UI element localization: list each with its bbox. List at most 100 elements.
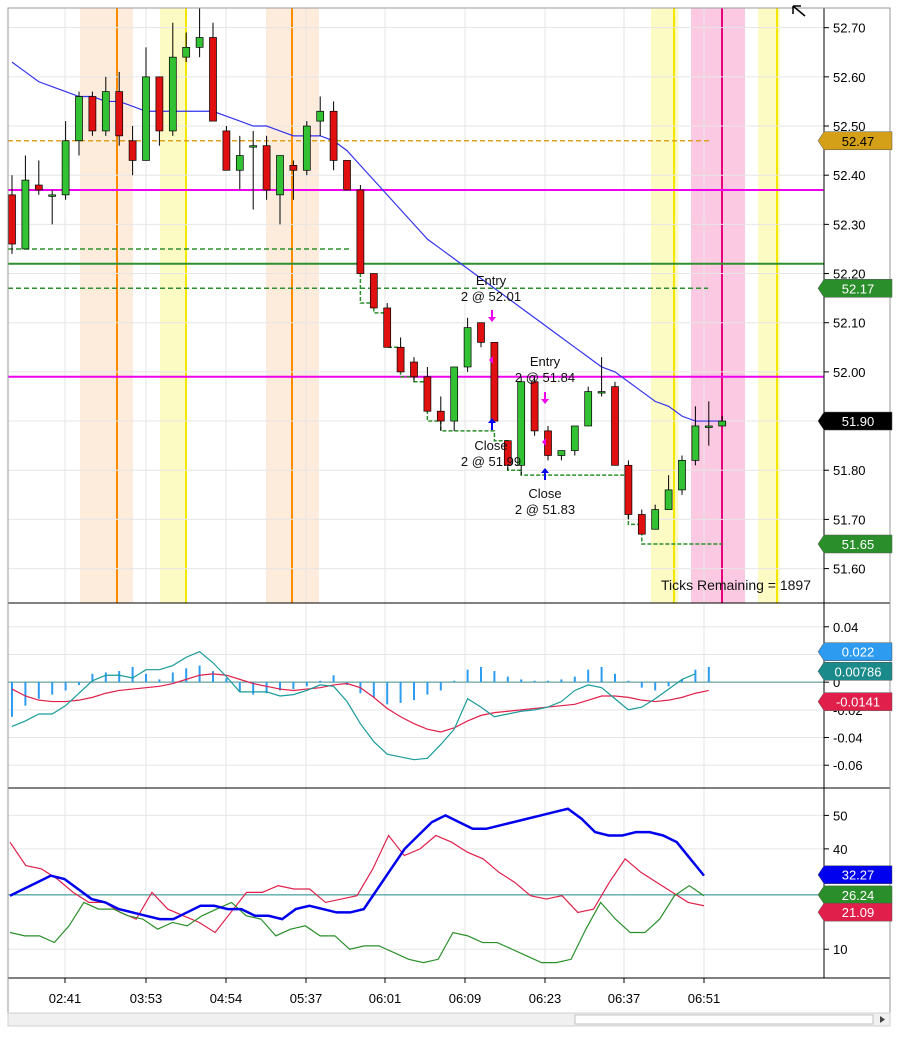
candle-body: [182, 46, 191, 58]
candle-body: [75, 96, 83, 142]
candle-body: [691, 425, 700, 461]
candle-body: [584, 391, 593, 427]
candle-body: [262, 145, 271, 191]
y-tick-label: 52.00: [833, 365, 866, 380]
x-tick-label: 02:41: [49, 991, 82, 1006]
y-tick-label: -0.06: [833, 758, 863, 773]
chart-window: Entry 2 @ 52.01 Entry 2 @ 51.84 Close 2 @ 51.…: [0, 0, 898, 1034]
trade-annotation-title: Close: [474, 438, 507, 453]
trade-annotation-detail: 2 @ 51.99: [461, 454, 521, 469]
axis-value-badge-text: 52.47: [842, 134, 875, 149]
candle-body: [88, 96, 97, 132]
candle-body: [611, 386, 619, 466]
candle-body: [195, 37, 204, 48]
candle-body: [48, 194, 57, 197]
candle-body: [436, 410, 445, 422]
candle-body: [450, 366, 459, 422]
y-tick-label: 0.04: [833, 620, 858, 635]
candle-body: [637, 514, 646, 535]
axis-value-badge-text: 0.00786: [835, 664, 882, 679]
scrollbar-thumb[interactable]: [574, 1014, 874, 1025]
candle-body: [276, 155, 284, 196]
y-tick-label: 52.10: [833, 316, 866, 331]
y-tick-label: 40: [833, 842, 847, 857]
candle-body: [557, 450, 566, 456]
candle-body: [222, 130, 231, 171]
x-tick-label: 06:51: [688, 991, 721, 1006]
y-tick-label: 51.60: [833, 562, 866, 577]
ticks-remaining-label: Ticks Remaining = 1897: [661, 577, 811, 593]
x-tick-label: 03:53: [130, 991, 163, 1006]
candle-body: [8, 194, 16, 245]
candle-body: [316, 110, 325, 122]
candle-body: [704, 425, 713, 428]
y-tick-label: 50: [833, 808, 847, 823]
candle-body: [664, 489, 673, 510]
candle-body: [651, 509, 660, 530]
candle-body: [396, 346, 405, 373]
candle-body: [155, 76, 164, 132]
trade-annotation-title: Entry: [476, 273, 507, 288]
candle-body: [356, 189, 365, 274]
candle-body: [570, 425, 579, 451]
y-tick-label: -0.04: [833, 731, 863, 746]
candle-body: [517, 381, 526, 466]
candle-body: [343, 160, 351, 191]
candle-body: [490, 342, 499, 422]
candle-body: [410, 361, 418, 378]
x-tick-label: 05:37: [290, 991, 323, 1006]
candle-body: [101, 91, 110, 132]
x-tick-label: 06:01: [369, 991, 402, 1006]
y-tick-label: 52.30: [833, 217, 866, 232]
y-tick-label: 51.80: [833, 463, 866, 478]
trade-annotation-title: Entry: [530, 354, 561, 369]
candle-body: [289, 165, 298, 171]
axis-value-badge-text: 0.022: [842, 645, 875, 660]
candle-body: [383, 307, 392, 348]
y-tick-label: 10: [833, 942, 847, 957]
candle-body: [128, 140, 137, 161]
candle-body: [463, 327, 472, 368]
candle-body: [209, 37, 217, 122]
y-tick-label: 52.60: [833, 70, 866, 85]
trade-annotation-title: Close: [528, 486, 561, 501]
axis-value-badge-text: 32.27: [842, 868, 875, 883]
trade-annotation-detail: 2 @ 51.84: [515, 370, 575, 385]
trade-annotation-detail: 2 @ 52.01: [461, 289, 521, 304]
axis-value-badge-text: 51.90: [842, 414, 875, 429]
candle-body: [624, 464, 633, 515]
candle-body: [718, 420, 727, 427]
candle-body: [530, 381, 539, 432]
candle-body: [329, 110, 338, 161]
axis-value-badge-text: -0.0141: [836, 695, 880, 710]
horizontal-scrollbar[interactable]: [7, 1012, 891, 1027]
axis-value-badge-text: 26.24: [842, 888, 875, 903]
x-tick-label: 06:23: [529, 991, 562, 1006]
candle-body: [477, 322, 485, 343]
candle-body: [597, 391, 606, 394]
axis-value-badge-text: 51.65: [842, 537, 875, 552]
y-tick-label: 52.40: [833, 168, 866, 183]
x-tick-label: 06:09: [449, 991, 482, 1006]
x-tick-label: 04:54: [210, 991, 243, 1006]
candle-body: [142, 76, 150, 161]
candle-body: [369, 273, 378, 309]
candle-body: [678, 460, 686, 491]
candle-body: [423, 376, 432, 412]
trading-chart[interactable]: Entry2 @ 52.01Entry2 @ 51.84Close2 @ 51.…: [0, 0, 898, 1034]
candle-body: [34, 184, 43, 191]
candle-body: [235, 155, 244, 171]
y-tick-label: 51.70: [833, 512, 866, 527]
trade-annotation-detail: 2 @ 51.83: [515, 502, 575, 517]
y-tick-label: 52.70: [833, 21, 866, 36]
axis-value-badge-text: 52.17: [842, 281, 875, 296]
candle-body: [61, 140, 70, 196]
candle-body: [168, 56, 177, 132]
candle-body: [115, 91, 124, 137]
candle-body: [302, 125, 311, 171]
candle-body: [249, 145, 258, 148]
axis-value-badge-text: 21.09: [842, 905, 875, 920]
candle-body: [21, 179, 30, 250]
x-tick-label: 06:37: [608, 991, 641, 1006]
band-pink: [691, 8, 745, 603]
